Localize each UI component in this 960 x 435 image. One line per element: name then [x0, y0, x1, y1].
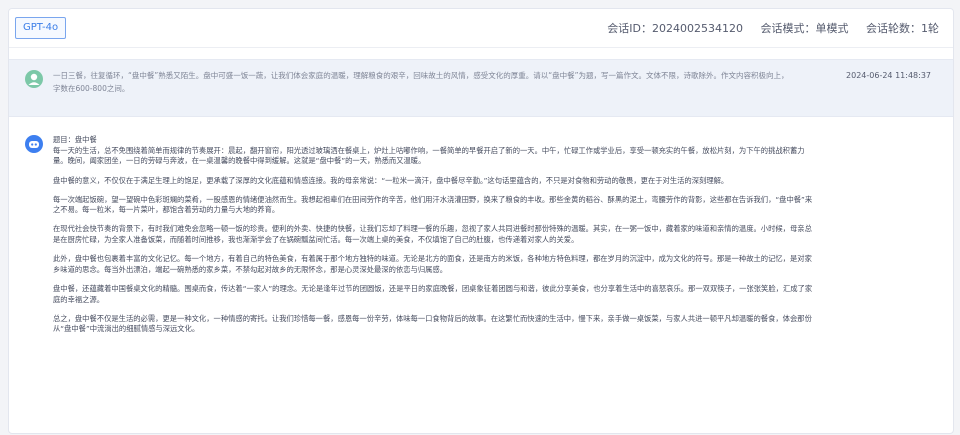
user-message-text: 一日三餐，往复循环，“盘中餐”熟悉又陌生。盘中可盛一饭一蔬，让我们体会家庭的温暖…	[53, 71, 789, 93]
essay-paragraph: 每一次端起饭碗，望一望碗中色彩斑斓的菜肴，一股感恩的情绪便油然而生。我想起祖辈们…	[53, 194, 813, 215]
essay-paragraph: 盘中餐，还蕴藏着中国餐桌文化的精髓。围桌而食，传达着“一家人”的理念。无论是逢年…	[53, 283, 813, 304]
essay-paragraph: 此外，盘中餐也包裹着丰富的文化记忆。每一个地方，有着自己的特色美食，有着属于那个…	[53, 254, 812, 274]
user-avatar-icon	[25, 70, 43, 88]
essay-paragraph: 在现代社会快节奏的背景下，有时我们难免会忽略一顿一饭的珍贵。便利的外卖、快捷的快…	[53, 224, 812, 245]
assistant-message-body: 题目：盘中餐 每一天的生活，总不免围绕着简单而规律的节奏展开：晨起，翻开窗帘，阳…	[53, 135, 813, 344]
essay-paragraph: 每一天的生活，总不免围绕着简单而规律的节奏展开：晨起，翻开窗帘，阳光透过玻璃洒在…	[53, 145, 805, 166]
user-message: 一日三餐，往复循环，“盘中餐”熟悉又陌生。盘中可盛一饭一蔬，让我们体会家庭的温暖…	[9, 59, 953, 117]
session-header: GPT-4o 会话ID：2024002534120 会话模式：单模式 会话轮数：…	[9, 9, 953, 48]
essay-title: 题目：盘中餐	[53, 135, 97, 144]
essay-paragraph: 总之，盘中餐不仅是生活的必需，更是一种文化，一种情感的寄托。让我们珍惜每一餐，感…	[53, 313, 812, 334]
session-id: 会话ID：2024002534120	[607, 22, 743, 35]
model-badge[interactable]: GPT-4o	[15, 17, 67, 39]
session-mode: 会话模式：单模式	[760, 22, 849, 35]
session-meta: 会话ID：2024002534120 会话模式：单模式 会话轮数：1轮	[593, 20, 939, 36]
session-rounds: 会话轮数：1轮	[866, 22, 939, 35]
chat-window: GPT-4o 会话ID：2024002534120 会话模式：单模式 会话轮数：…	[8, 8, 954, 434]
message-timestamp: 2024-06-24 11:48:37	[846, 71, 931, 80]
essay-paragraph: 盘中餐的意义，不仅仅在于满足生理上的饱足，更承载了深厚的文化底蕴和情感连接。我的…	[53, 175, 729, 185]
assistant-message: 题目：盘中餐 每一天的生活，总不免围绕着简单而规律的节奏展开：晨起，翻开窗帘，阳…	[9, 125, 953, 425]
robot-avatar-icon	[25, 135, 43, 153]
